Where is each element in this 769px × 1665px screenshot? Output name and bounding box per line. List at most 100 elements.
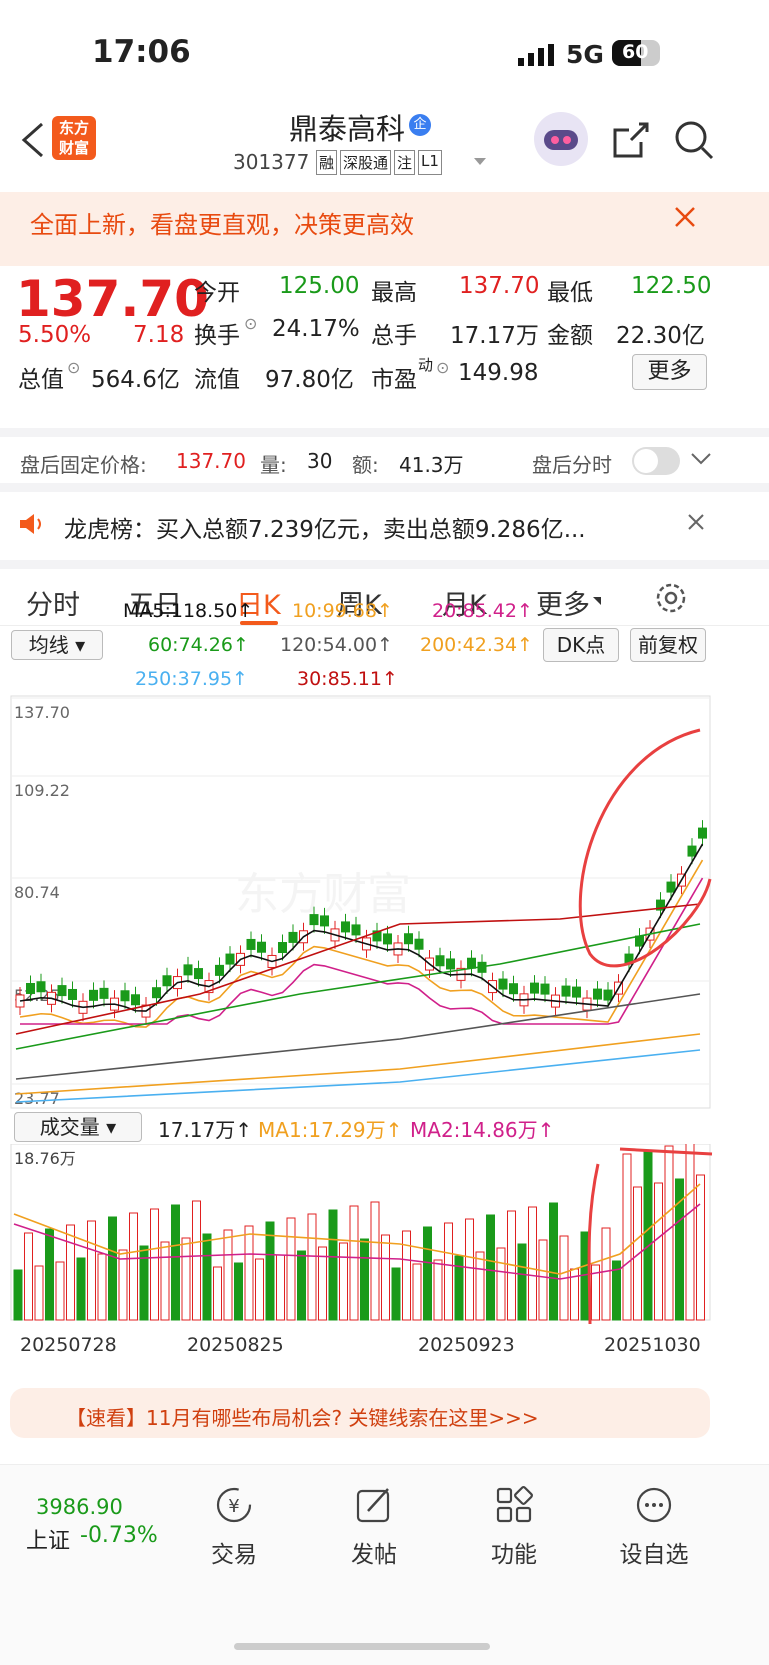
pe-sup: 动 (418, 356, 434, 374)
date-tick: 20250825 (187, 1334, 284, 1356)
volume-bar (654, 1182, 663, 1321)
volume-bar (318, 1246, 327, 1321)
status-bar: 17:06 5G 60 (0, 0, 769, 110)
back-icon[interactable] (14, 120, 54, 160)
dk-button[interactable]: DK点 (543, 628, 619, 662)
candle (446, 958, 455, 970)
after-hours-vol: 30 (307, 449, 333, 473)
volume-chart[interactable]: 18.76万 (0, 1144, 769, 1330)
index-pct: -0.73% (80, 1523, 158, 1548)
after-hours-label: 盘后固定价格: (20, 453, 147, 477)
low-label: 最低 (547, 280, 593, 306)
stock-name: 鼎泰高科 (289, 112, 406, 146)
volume-bar (423, 1226, 432, 1321)
info-icon[interactable]: ⊙ (67, 358, 80, 377)
share-icon[interactable] (611, 120, 651, 164)
amount-value: 22.30亿 (616, 323, 705, 349)
volume-bar (97, 1253, 107, 1321)
volume-bar (622, 1153, 632, 1321)
app-logo: 东方 财富 (52, 116, 96, 160)
close-icon[interactable] (672, 204, 698, 234)
dragon-tiger-notice[interactable]: 龙虎榜：买入总额7.239亿元，卖出总额9.286亿... (0, 492, 769, 558)
after-hours-amt-label: 额: (352, 453, 379, 477)
volume-bar (307, 1213, 317, 1321)
function-button[interactable]: 功能 (454, 1485, 574, 1569)
candlestick-chart[interactable]: 137.70109.2280.7452.2523.77东方财富 (0, 694, 769, 1114)
candle (225, 953, 235, 965)
pe-value: 149.98 (458, 360, 539, 386)
index-name: 上证 (26, 1529, 71, 1554)
volume-bar (486, 1214, 495, 1321)
volume-bar (129, 1212, 138, 1321)
quote-panel: 137.70 5.50% 7.18 今开 125.00 最高 137.70 最低… (0, 268, 769, 426)
candle (666, 881, 676, 893)
candle (26, 982, 35, 994)
tag: 深股通 (340, 150, 392, 175)
chevron-down-icon[interactable] (690, 451, 712, 471)
caret-icon (593, 597, 601, 605)
promo-strip[interactable]: 【速看】11月有哪些布局机会? 关键线索在这里>>> (10, 1388, 710, 1438)
candle (57, 985, 67, 997)
price-tick: 137.70 (14, 703, 70, 722)
volume-bar (150, 1208, 159, 1321)
candle (572, 986, 581, 998)
volume-bar (339, 1242, 348, 1321)
volume-label: 总手 (371, 323, 417, 349)
dropdown-icon[interactable] (474, 158, 486, 165)
volume-bar (276, 1254, 285, 1321)
info-icon[interactable]: ⊙ (436, 358, 449, 377)
more-button[interactable]: 更多 (632, 354, 707, 390)
search-icon[interactable] (672, 118, 716, 166)
home-indicator (234, 1643, 490, 1650)
volume-bar (286, 1217, 296, 1321)
info-icon[interactable]: ⊙ (244, 314, 257, 333)
volume-current: 17.17万↑ (158, 1118, 253, 1142)
after-hours-toggle[interactable] (632, 447, 680, 475)
volume-value: 17.17万 (450, 323, 539, 349)
volume-bar (528, 1206, 537, 1321)
restore-rights-button[interactable]: 前复权 (630, 628, 706, 662)
volume-bar (45, 1228, 54, 1321)
float-cap-label: 流值 (194, 367, 240, 393)
tab-intraday[interactable]: 分时 (26, 583, 80, 622)
promo-banner[interactable]: 全面上新，看盘更直观，决策更高效 (0, 192, 769, 266)
candle (246, 938, 256, 950)
banner-text: 全面上新，看盘更直观，决策更高效 (30, 211, 414, 239)
stock-code: 301377 (233, 150, 310, 174)
change-percent: 5.50% (18, 322, 92, 348)
volume-bar (297, 1250, 306, 1321)
candle (288, 931, 298, 943)
network-label: 5G (566, 40, 604, 69)
candle (183, 964, 193, 976)
candle (603, 989, 613, 1001)
candle (561, 985, 571, 997)
add-watchlist-button[interactable]: 设自选 (594, 1485, 714, 1569)
robot-assistant-icon[interactable] (534, 112, 588, 166)
candle (194, 968, 203, 980)
volume-bar (55, 1261, 65, 1321)
volume-bar (549, 1202, 558, 1321)
edit-icon (356, 1488, 390, 1523)
close-icon[interactable] (686, 512, 706, 536)
ma-select[interactable]: 均线 ▾ (11, 630, 103, 660)
promo-text: 【速看】11月有哪些布局机会? 关键线索在这里>>> (66, 1406, 539, 1430)
volume-bar (181, 1237, 191, 1321)
candle (309, 914, 319, 926)
post-button[interactable]: 发帖 (314, 1485, 434, 1569)
candle (120, 990, 130, 1002)
volume-bar (381, 1234, 390, 1321)
date-tick: 20250923 (418, 1334, 515, 1356)
gear-icon[interactable] (654, 581, 688, 619)
candle (467, 957, 476, 969)
candle (278, 942, 287, 954)
ma-legend-item: 200:42.34↑ (420, 634, 533, 656)
trade-button[interactable]: ¥ 交易 (174, 1485, 294, 1569)
speaker-icon (18, 512, 46, 540)
volume-select[interactable]: 成交量 ▾ (14, 1112, 142, 1142)
after-hours-bar: 盘后固定价格: 137.70 量: 30 额: 41.3万 盘后分时 (0, 428, 769, 492)
tab-more[interactable]: 更多 (536, 583, 590, 622)
volume-bar (643, 1149, 653, 1321)
candle (687, 845, 697, 857)
volume-bar (265, 1221, 275, 1321)
volume-bar (601, 1227, 611, 1321)
